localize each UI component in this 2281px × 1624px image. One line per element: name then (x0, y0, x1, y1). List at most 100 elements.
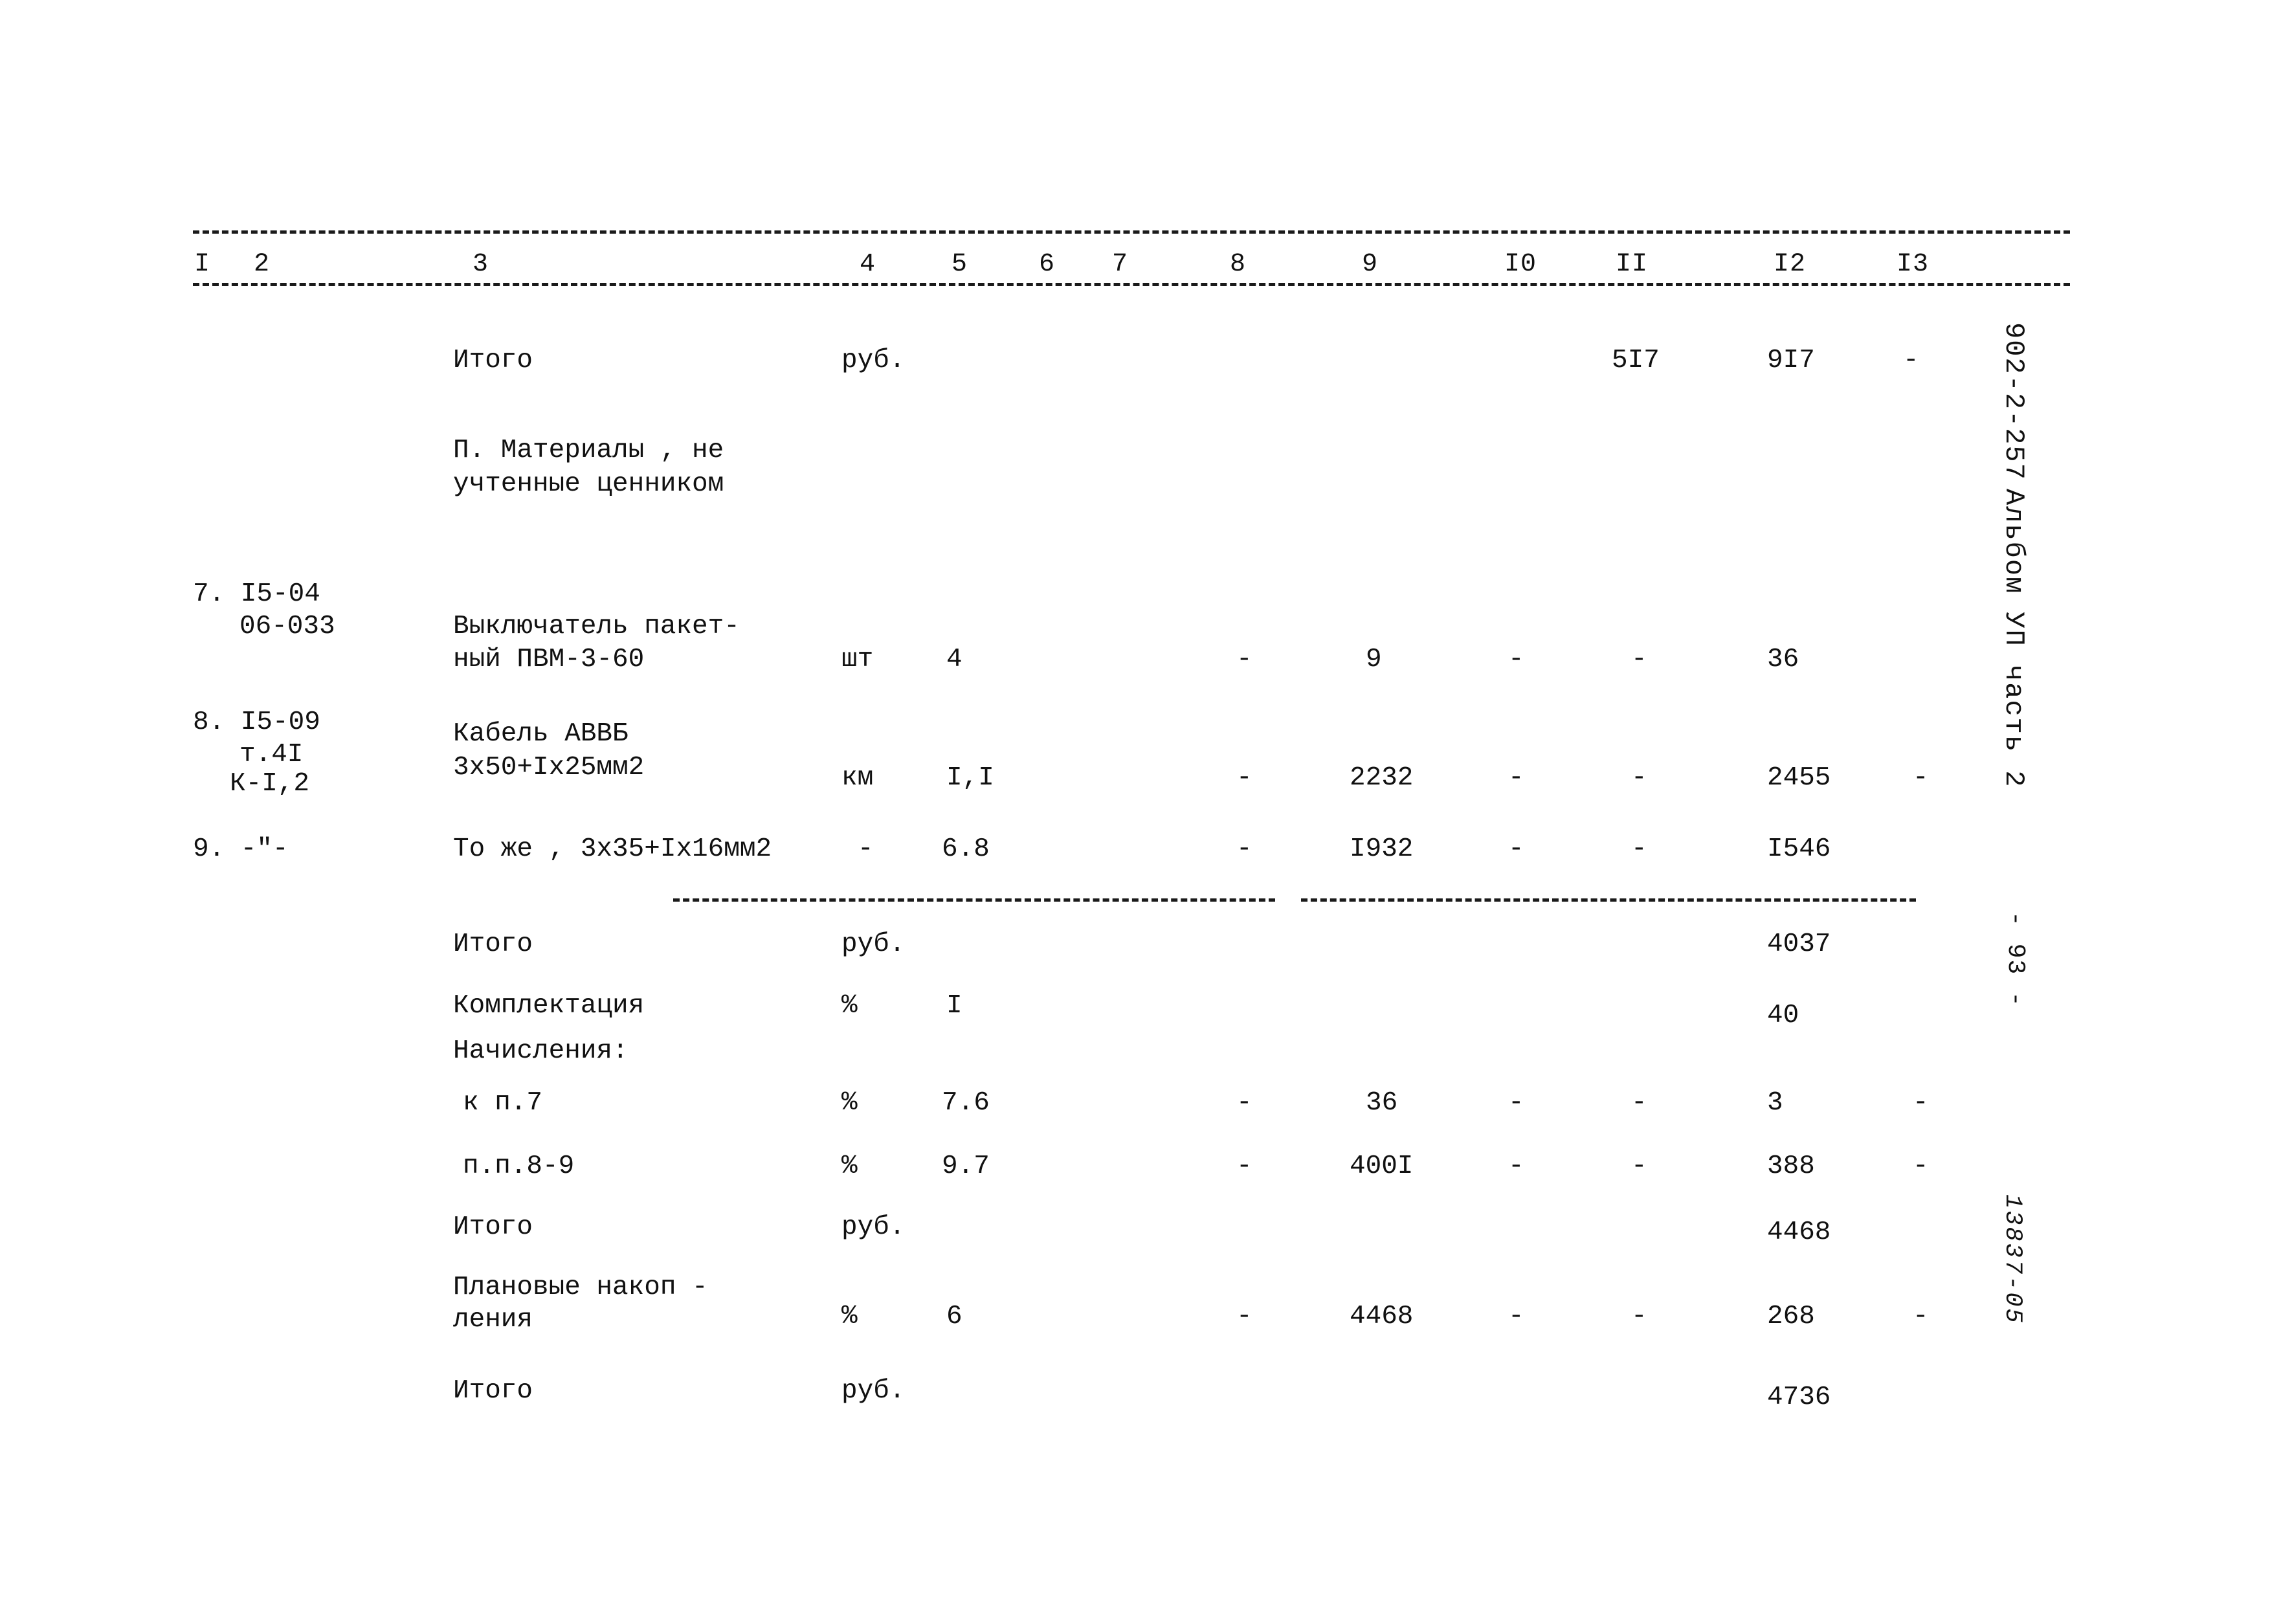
table-row: - (1631, 1088, 1647, 1118)
sheet-code-vertical: 902-2-257 (1998, 322, 2029, 481)
table-row: I546 (1767, 834, 1831, 864)
table-row: 4468 (1767, 1218, 1831, 1247)
table-row: - (1631, 834, 1647, 864)
table-row: 268 (1767, 1302, 1815, 1331)
table-row: 2232 (1350, 763, 1414, 793)
colnum-2: 2 (254, 250, 271, 279)
table-row: - (858, 834, 874, 864)
table-row: Итого (453, 929, 533, 959)
table-row: Плановые накоп - (453, 1273, 708, 1302)
colnum-1: I (194, 250, 211, 279)
table-row: 5I7 (1612, 346, 1660, 375)
colnum-11: II (1616, 250, 1649, 279)
section-title-line2: учтенные ценником (453, 469, 724, 499)
table-row: - (1913, 763, 1929, 793)
subtotal-rule-left (673, 898, 1275, 902)
table-row: % (841, 991, 858, 1021)
table-row: - (1508, 834, 1524, 864)
table-row: % (841, 1151, 858, 1181)
table-row: - (1631, 645, 1647, 674)
colnum-6: 6 (1039, 250, 1056, 279)
document-page: I 2 3 4 5 6 7 8 9 I0 II I2 I3 Итого руб.… (0, 0, 2281, 1624)
table-row: К-I,2 (230, 769, 310, 799)
table-row: - (1508, 1088, 1524, 1118)
colnum-7: 7 (1112, 250, 1129, 279)
table-row: - (1508, 1302, 1524, 1331)
table-row: Итого (453, 346, 533, 375)
colnum-4: 4 (860, 250, 876, 279)
table-row: Итого (453, 1376, 533, 1406)
table-row: Итого (453, 1212, 533, 1242)
page-number-vertical: - 93 - (2001, 911, 2029, 1008)
colnum-12: I2 (1774, 250, 1807, 279)
table-row: 8. I5-09 (193, 707, 320, 737)
colnum-13: I3 (1897, 250, 1930, 279)
table-row: к п.7 (463, 1088, 543, 1118)
colnum-9: 9 (1362, 250, 1379, 279)
table-row: ления (453, 1305, 533, 1335)
table-row: 36 (1767, 645, 1799, 674)
table-row: 36 (1366, 1088, 1398, 1118)
table-row: Выключатель пакет- (453, 612, 740, 641)
table-row: 9 (1366, 645, 1382, 674)
colnum-3: 3 (473, 250, 489, 279)
table-row: 6 (946, 1302, 962, 1331)
table-row: 4468 (1350, 1302, 1414, 1331)
table-row: 6.8 (942, 834, 990, 864)
table-row: 9I7 (1767, 346, 1815, 375)
table-row: % (841, 1302, 858, 1331)
subtotal-rule-right (1301, 898, 1916, 902)
table-row: 3 (1767, 1088, 1783, 1118)
table-row: - (1236, 1088, 1252, 1118)
table-row: I932 (1350, 834, 1414, 864)
table-row: руб. (841, 1376, 906, 1406)
table-row: То же , 3х35+Iх16мм2 (453, 834, 772, 864)
table-row: - (1631, 1151, 1647, 1181)
table-row: - (1631, 763, 1647, 793)
table-row: - (1631, 1302, 1647, 1331)
table-row: руб. (841, 1212, 906, 1242)
colnum-5: 5 (951, 250, 968, 279)
table-row: - (1903, 346, 1919, 375)
table-row: 7. I5-04 (193, 579, 320, 609)
table-row: I (946, 991, 962, 1021)
table-row: 4037 (1767, 929, 1831, 959)
table-row: п.п.8-9 (463, 1151, 575, 1181)
table-row: - (1508, 763, 1524, 793)
table-row: % (841, 1088, 858, 1118)
table-row: - (1508, 1151, 1524, 1181)
table-row: Комплектация (453, 991, 645, 1021)
table-row: км (841, 763, 874, 793)
table-row: 4736 (1767, 1383, 1831, 1412)
table-row: Кабель АВВБ (453, 719, 629, 749)
table-row: - (1236, 1302, 1252, 1331)
table-row: шт (841, 645, 874, 674)
table-row: 4 (946, 645, 962, 674)
table-row: - (1236, 763, 1252, 793)
table-row: ный ПВМ-3-60 (453, 645, 645, 674)
table-top-rule (193, 230, 2070, 234)
table-row: 3х50+Iх25мм2 (453, 753, 645, 783)
table-row: 40 (1767, 1001, 1799, 1030)
table-row: 9. -"- (193, 834, 289, 864)
table-row: - (1236, 1151, 1252, 1181)
colnum-8: 8 (1230, 250, 1247, 279)
table-row: т.4I (239, 740, 304, 770)
table-row: - (1236, 834, 1252, 864)
table-row: 7.6 (942, 1088, 990, 1118)
table-row: 400I (1350, 1151, 1414, 1181)
table-row: руб. (841, 929, 906, 959)
table-row: 388 (1767, 1151, 1815, 1181)
table-row: Начисления: (453, 1036, 629, 1066)
table-row: 06-033 (239, 612, 335, 641)
table-row: 9.7 (942, 1151, 990, 1181)
table-row: - (1236, 645, 1252, 674)
table-row: - (1913, 1151, 1929, 1181)
table-row: I,I (946, 763, 994, 793)
table-row: - (1913, 1088, 1929, 1118)
table-header-rule (193, 283, 2070, 286)
table-row: руб. (841, 346, 906, 375)
archive-code-vertical: 13837-05 (1999, 1194, 2026, 1325)
colnum-10: I0 (1504, 250, 1537, 279)
table-row: - (1913, 1302, 1929, 1331)
